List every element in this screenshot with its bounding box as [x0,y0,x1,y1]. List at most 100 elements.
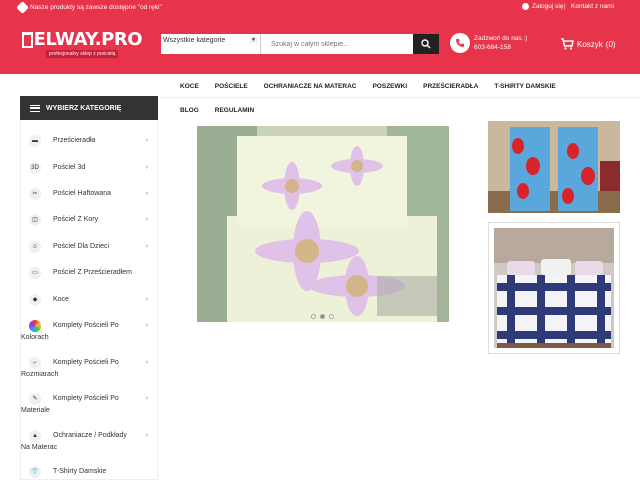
login-link[interactable]: Zaloguj się [522,3,563,10]
phone-contact: Zadzwoń do nas :) 603-684-158 [450,33,527,53]
nav-item-przescieradla[interactable]: PRZEŚCIERADŁA [415,83,486,90]
slider-dots [311,314,334,319]
sidebar-item-label: Prześcieradła [53,137,96,144]
sidebar-item-label: Komplety Pościeli Po [53,359,119,366]
sidebar-item-posciel-z-przescieradlem[interactable]: ▭ Pościel Z Prześcieradłem [21,267,157,279]
embroidery-icon: ✂ [29,188,41,200]
promo-text: Nasze produkty są zawsze dostępne "od rę… [30,4,162,11]
sidebar-item-label: Pościel Z Prześcieradłem [53,269,132,276]
user-icon [522,3,529,10]
chevron-right-icon: › [145,322,148,329]
nav-item-poszewki[interactable]: POSZEWKI [364,83,415,90]
sidebar-item-posciel-haftowana[interactable]: ✂ Pościel Haftowana › [21,188,157,200]
blanket-image [489,223,619,353]
sidebar-item-label: T-Shirty Damskie [53,468,107,475]
sidebar-item-kolorach[interactable]: Komplety Pościeli Po Kolorach › [21,320,157,344]
category-menu-title: WYBIERZ KATEGORIĘ [46,104,122,112]
top-separator: | [564,3,566,10]
chevron-right-icon: › [145,243,148,250]
hamburger-icon [30,104,40,112]
promo-banner-curtains[interactable] [488,121,620,213]
logo-tagline: profesjonalny sklep z pościelą [46,50,119,58]
search-button[interactable] [413,34,439,54]
cart-count: (0) [605,39,616,49]
search-category-select[interactable]: Wszystkie kategorie ▼ [161,34,261,54]
sidebar-item-label: Pościel Z Kory [53,216,99,223]
sidebar-item-label-line2: Rozmiarach [21,371,59,378]
promo-notice: Nasze produkty są zawsze dostępne "od rę… [16,1,162,14]
bedding-set-icon: ▭ [29,267,41,279]
nav-item-blog[interactable]: BLOG [172,107,207,114]
sidebar-item-label-line2: Materiale [21,407,50,414]
sidebar-item-label: Komplety Pościeli Po [53,322,119,329]
slider-dot-1[interactable] [311,314,316,319]
sidebar-item-przescieradla[interactable]: ▬ Prześcieradła › [21,135,157,147]
sidebar-item-label: Pościel Haftowana [53,190,111,197]
tshirt-icon: 👕 [29,466,41,478]
search-input[interactable] [261,34,413,54]
sidebar-item-tshirty[interactable]: 👕 T-Shirty Damskie [21,466,157,478]
nav-item-ochraniacze[interactable]: OCHRANIACZE NA MATERAC [256,83,365,90]
slider-dot-2[interactable] [320,314,325,319]
tag-icon [16,1,29,14]
color-palette-icon [29,320,41,332]
mattress-icon: ▲ [29,430,41,442]
fabric-icon: ✎ [29,393,41,405]
login-label[interactable]: Zaloguj się [532,3,563,10]
main-nav: KOCE POŚCIELE OCHRANIACZE NA MATERAC POS… [172,78,622,118]
curtains-image [488,121,620,213]
nav-item-posciele[interactable]: POŚCIELE [207,83,256,90]
logo[interactable]: ELWAY.PRO profesjonalny sklep z pościelą [22,29,143,61]
top-bar: Nasze produkty są zawsze dostępne "od rę… [0,0,640,16]
3d-icon: 3D [29,162,41,174]
phone-icon [450,33,470,53]
chevron-right-icon: › [145,432,148,439]
nav-divider [160,97,640,98]
nav-item-koce[interactable]: KOCE [172,83,207,90]
child-icon: ☺ [29,241,41,253]
category-menu-header[interactable]: WYBIERZ KATEGORIĘ [20,96,158,120]
sidebar-item-label: Ochraniacze / Podkłady [53,432,127,439]
bark-icon: ◫ [29,214,41,226]
nav-item-regulamin[interactable]: REGULAMIN [207,107,262,114]
search-category-value: Wszystkie kategorie [163,37,226,44]
contact-phone[interactable]: 603-684-158 [474,43,527,52]
contact-label: Zadzwoń do nas :) [474,35,528,42]
search-bar: Wszystkie kategorie ▼ [161,34,439,54]
sidebar-item-ochraniacze[interactable]: ▲ Ochraniacze / Podkłady Na Materac › [21,430,157,454]
chevron-right-icon: › [145,395,148,402]
cart-icon [561,38,574,50]
sidebar-item-posciel-3d[interactable]: 3D Pościel 3d › [21,162,157,174]
chevron-down-icon: ▼ [250,37,257,43]
sidebar-item-materiale[interactable]: ✎ Komplety Pościeli Po Materiale › [21,393,157,417]
slider-dot-3[interactable] [329,314,334,319]
cart-label: Koszyk [577,39,603,49]
sidebar-item-label: Pościel Dla Dzieci [53,243,110,250]
chevron-right-icon: › [145,164,148,171]
promo-banner-blanket[interactable] [488,222,620,354]
chevron-right-icon: › [145,359,148,366]
sidebar-item-label: Pościel 3d [53,164,86,171]
chevron-right-icon: › [145,137,148,144]
sidebar-item-label-line2: Kolorach [21,334,49,341]
sidebar-item-rozmiarach[interactable]: ⌐ Komplety Pościeli Po Rozmiarach › [21,357,157,381]
bed-sheet-icon: ▬ [29,135,41,147]
blanket-icon: ◆ [29,294,41,306]
contact-link[interactable]: Kontakt z nami [571,3,614,10]
sidebar-item-posciel-z-kory[interactable]: ◫ Pościel Z Kory › [21,214,157,226]
sidebar-item-label: Koce [53,296,69,303]
sidebar-item-koce[interactable]: ◆ Koce › [21,294,157,306]
slide-image-flowers [197,126,449,322]
chevron-right-icon: › [145,296,148,303]
hero-slider[interactable] [197,126,449,322]
category-sidebar: ▬ Prześcieradła › 3D Pościel 3d › ✂ Pośc… [20,120,158,480]
cart-link[interactable]: Koszyk (0) [560,38,616,50]
nav-item-tshirty[interactable]: T-SHIRTY DAMSKIE [486,83,563,90]
sidebar-item-label-line2: Na Materac [21,444,58,451]
logo-text: ELWAY.PRO [33,29,143,50]
chevron-right-icon: › [145,190,148,197]
sidebar-item-label: Komplety Pościeli Po [53,395,119,402]
search-icon [421,39,431,49]
chevron-right-icon: › [145,216,148,223]
sidebar-item-posciel-dla-dzieci[interactable]: ☺ Pościel Dla Dzieci › [21,241,157,253]
